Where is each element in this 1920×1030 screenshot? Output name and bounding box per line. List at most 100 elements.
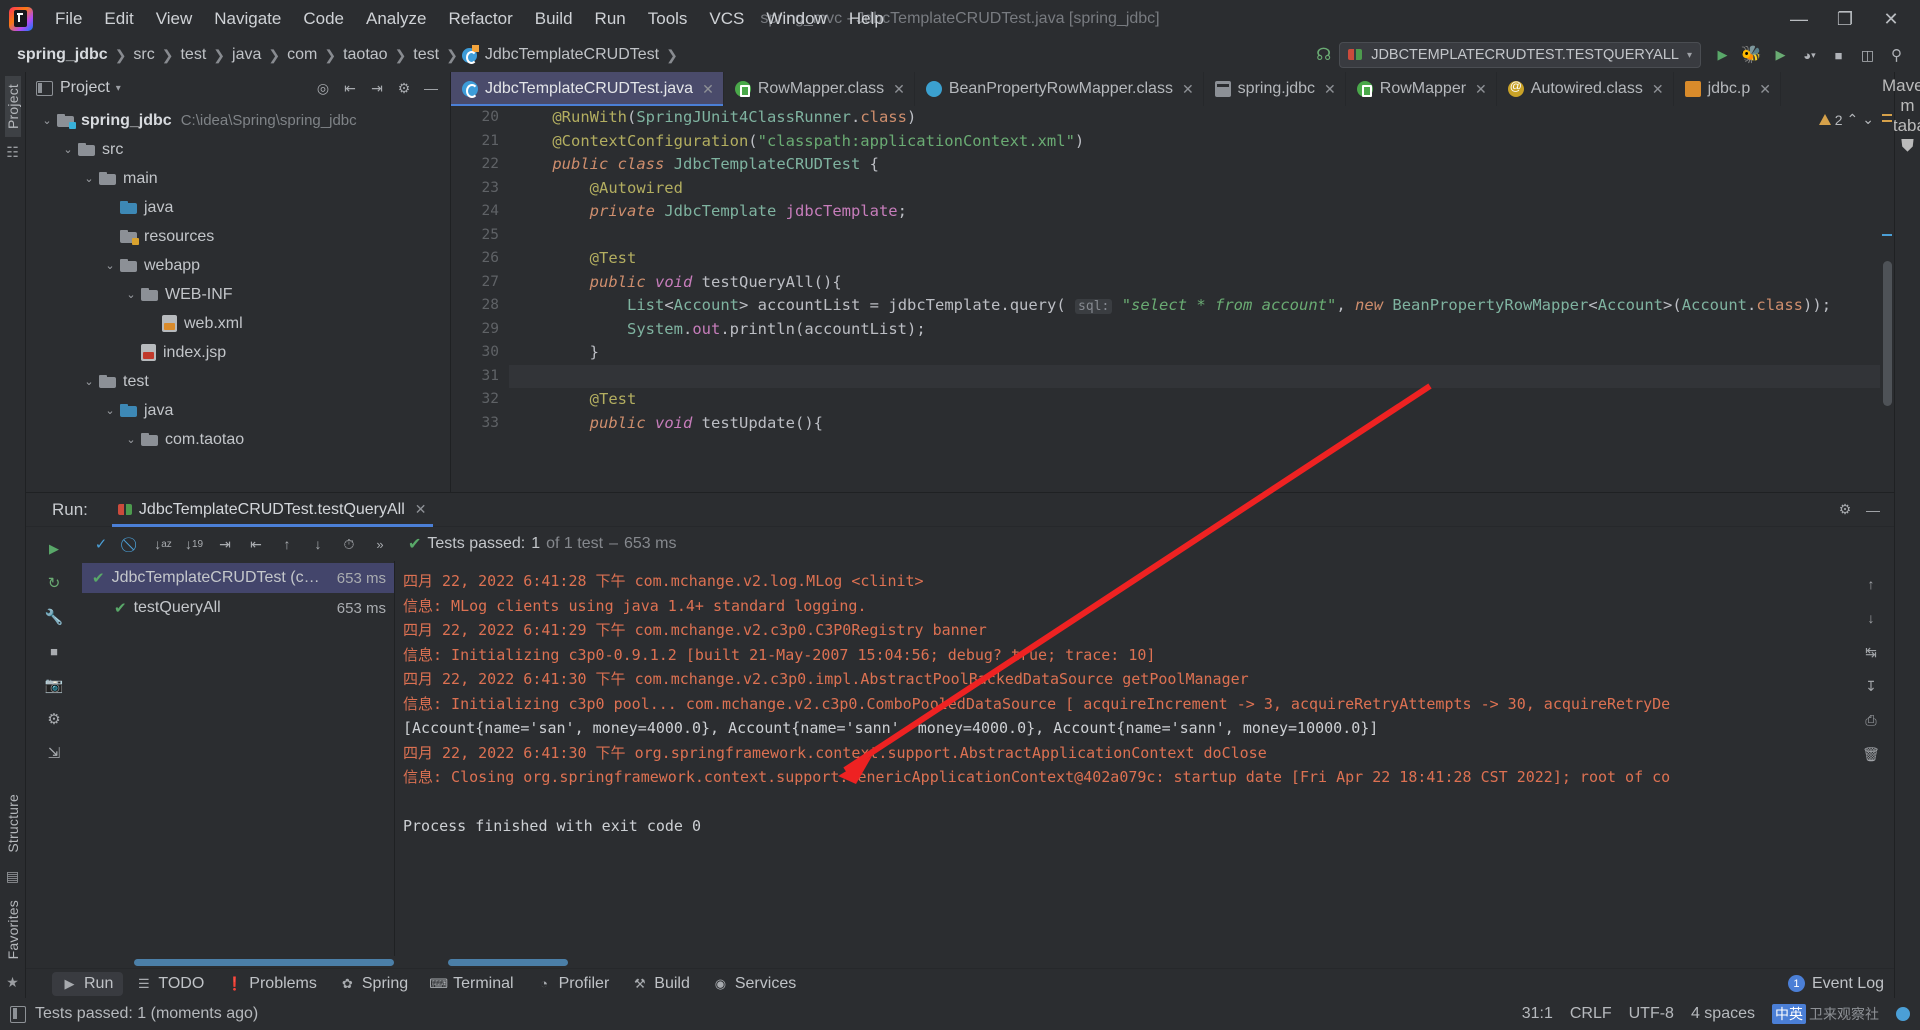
editor-tab-rowmapper[interactable]: RowMapper ✕ [1346,72,1497,106]
scroll-up-icon[interactable]: ↑ [1856,569,1886,599]
prev-test-icon[interactable]: ↑ [272,529,302,559]
tree-node-test[interactable]: ⌄ test [26,367,450,396]
menu-item-code[interactable]: Code [292,5,355,33]
run-button[interactable]: ▶ [1709,42,1736,69]
bookmarks-icon[interactable]: ☷ [6,144,19,161]
horizontal-scrollbars[interactable] [82,956,1894,968]
toolwindow-button-services[interactable]: ◉ Services [703,972,806,996]
breadcrumb-item-java[interactable]: java [229,44,264,66]
menu-item-refactor[interactable]: Refactor [437,5,523,33]
menu-item-run[interactable]: Run [584,5,637,33]
close-icon[interactable]: ✕ [1324,81,1336,98]
camera-icon[interactable]: 📷 [38,669,70,701]
sidebar-item-structure[interactable]: Structure [5,786,21,861]
collapse-all-icon[interactable]: ⇤ [241,529,271,559]
minimize-icon[interactable]: — [418,75,444,101]
tree-node-java[interactable]: ⌄ java [26,396,450,425]
code-line-30[interactable]: } [509,341,1894,365]
close-icon[interactable]: ✕ [415,501,427,518]
breadcrumb-item-com[interactable]: com [284,44,320,66]
gear-icon[interactable]: ⚙ [391,75,417,101]
editor-tab-jdbc-p[interactable]: jdbc.p ✕ [1674,72,1781,106]
close-button[interactable]: ✕ [1868,0,1914,38]
prev-problem-icon[interactable]: ⌃ [1847,111,1859,128]
tree-node-webapp[interactable]: ⌄ webapp [26,251,450,280]
minimize-icon[interactable]: — [1860,497,1886,523]
code-line-25[interactable] [509,224,1894,248]
gutter-line-33[interactable]: 33▶ [451,412,529,436]
debug-button[interactable]: 🐝 [1738,42,1765,69]
toolwindow-button-terminal[interactable]: ⌨ Terminal [421,972,523,996]
gear-icon[interactable]: ⚙ [1832,497,1858,523]
close-icon[interactable]: ✕ [893,81,905,98]
chevron-icon[interactable]: ⌄ [82,375,96,389]
editor-tab-autowired-class[interactable]: Autowired.class ✕ [1497,72,1674,106]
chevron-icon[interactable]: ⌄ [61,143,75,157]
close-icon[interactable]: ✕ [1475,81,1487,98]
editor-tab-rowmapper-class[interactable]: RowMapper.class ✕ [724,72,915,106]
chevron-icon[interactable]: ⌄ [103,259,117,273]
code-line-24[interactable]: private JdbcTemplate jdbcTemplate; [509,200,1894,224]
run-session-tab[interactable]: JdbcTemplateCRUDTest.testQueryAll ✕ [108,493,437,527]
star-icon[interactable]: ★ [6,974,19,991]
gutter-line-32[interactable]: 32 [451,388,509,412]
tree-node-resources[interactable]: ⌄resources [26,222,450,251]
menu-item-edit[interactable]: Edit [93,5,144,33]
run-configuration-selector[interactable]: JDBCTEMPLATECRUDTEST.TESTQUERYALL ▾ [1339,42,1701,68]
expand-all-icon[interactable]: ⇥ [210,529,240,559]
code-line-33[interactable]: public void testUpdate(){ [509,412,1894,436]
delete-icon[interactable]: 🗑 [1856,739,1886,769]
sort-duration-icon[interactable]: ↓ 19 [179,529,209,559]
editor-scrollbar[interactable] [1880,106,1894,492]
tree-node-main[interactable]: ⌄ main [26,164,450,193]
maximize-button[interactable]: ❐ [1822,0,1868,38]
run-with-coverage-button[interactable]: ▶ [1767,42,1794,69]
sidebar-item-project[interactable]: Project [4,76,21,137]
chevron-down-icon[interactable]: ▾ [116,83,121,94]
gutter-line-26[interactable]: 26 [451,247,509,271]
test-result-row[interactable]: ✔ testQueryAll 653 ms [82,593,394,623]
line-separator[interactable]: CRLF [1570,1005,1612,1023]
build-icon[interactable]: ☊ [1310,42,1337,69]
tree-node-index-jsp[interactable]: ⌄index.jsp [26,338,450,367]
gutter-line-23[interactable]: 23 [451,177,509,201]
editor-tab-jdbctemplatecrudtest-java[interactable]: JdbcTemplateCRUDTest.java ✕ [451,72,724,106]
gutter-line-28[interactable]: 28 [451,294,509,318]
indent-setting[interactable]: 4 spaces [1691,1005,1755,1023]
menu-item-help[interactable]: Help [838,5,895,33]
code-line-32[interactable]: @Test [509,388,1894,412]
stop-button[interactable]: ■ [1825,42,1852,69]
tree-node-com-taotao[interactable]: ⌄ com.taotao [26,425,450,454]
event-log-button[interactable]: 1 Event Log [1787,975,1884,993]
layout-button[interactable]: ◫ [1854,42,1881,69]
menu-item-tools[interactable]: Tools [637,5,699,33]
menu-item-view[interactable]: View [145,5,204,33]
close-icon[interactable]: ✕ [1652,81,1664,98]
code-line-23[interactable]: @Autowired [509,177,1894,201]
settings-icon[interactable]: ⚙ [38,703,70,735]
sidebar-item-maven[interactable]: Maven [1882,76,1920,96]
target-icon[interactable]: ◎ [310,75,336,101]
chevron-icon[interactable]: ⌄ [124,433,138,447]
gutter-line-29[interactable]: 29 [451,318,509,342]
menu-item-window[interactable]: Window [755,5,837,33]
expand-icon[interactable]: ⇥ [364,75,390,101]
breadcrumb-item-src[interactable]: src [130,44,157,66]
code-line-27[interactable]: public void testQueryAll(){ [509,271,1894,295]
history-icon[interactable]: ⏱ [334,529,364,559]
chevron-icon[interactable]: ⌄ [82,172,96,186]
collapse-icon[interactable]: ⇤ [337,75,363,101]
code-line-31[interactable] [509,364,1894,388]
chevron-icon[interactable]: ⌄ [124,288,138,302]
inspection-status-widget[interactable]: 2 ⌃ ⌄ [1818,111,1874,128]
toolwindow-button-profiler[interactable]: ◔ Profiler [527,972,620,996]
sidebar-item-favorites[interactable]: Favorites [5,892,21,967]
tree-node-web-inf[interactable]: ⌄ WEB-INF [26,280,450,309]
next-test-icon[interactable]: ↓ [303,529,333,559]
next-problem-icon[interactable]: ⌄ [1862,111,1874,128]
close-icon[interactable]: ✕ [1759,81,1771,98]
test-result-row[interactable]: ✔ JdbcTemplateCRUDTest (com.taota 653 ms [82,563,394,593]
menu-item-vcs[interactable]: VCS [698,5,755,33]
gutter-line-31[interactable]: 31 [451,365,509,389]
code-line-21[interactable]: @ContextConfiguration("classpath:applica… [509,130,1894,154]
